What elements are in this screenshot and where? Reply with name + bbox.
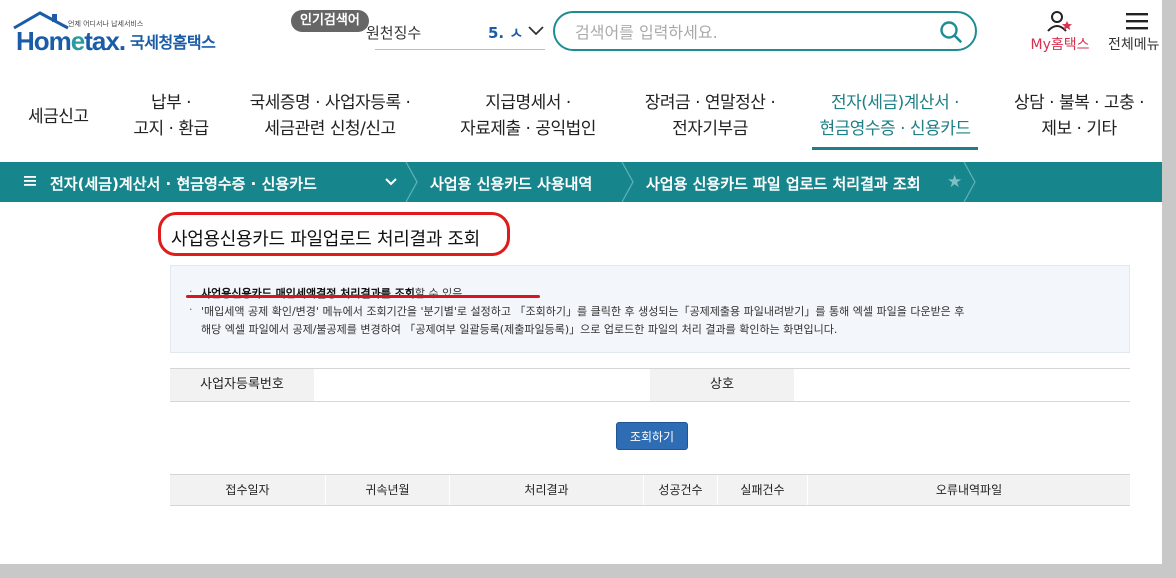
my-hometax-label: My홈택스 [1030,37,1090,53]
col-attribution-month: 귀속년월 [326,475,450,505]
breadcrumb-level1[interactable]: 전자(세금)계산서 · 현금영수증 · 신용카드 [50,173,317,194]
nav-statement-submission[interactable]: 지급명세서 · 자료제출 · 공익법인 [448,90,608,142]
breadcrumb-separator-icon [405,162,418,202]
main-navigation: 세금신고 납부 · 고지 · 환급 국세증명 · 사업자등록 · 세금관련 신청… [0,90,1162,154]
company-label: 상호 [650,369,794,401]
biz-no-input[interactable] [314,369,654,403]
nav-label: 국세증명 · 사업자등록 · [249,93,411,113]
col-fail-count: 실패건수 [718,475,808,505]
chevron-down-icon[interactable] [526,20,546,40]
popular-keywords-label: 인기검색어 [291,10,369,32]
page: 언제 어디서나 납세서비스 Hometax. 국세청홈택스 인기검색어 원천징수… [0,0,1162,564]
hamburger-menu-icon [1126,13,1148,30]
nav-label: 자료제출 · 공익법인 [460,119,596,139]
result-table-header: 접수일자 귀속년월 처리결과 성공건수 실패건수 오류내역파일 [170,474,1130,506]
chevron-down-icon[interactable] [384,175,398,189]
search-box [553,11,977,51]
nav-label: 제보 · 기타 [1041,119,1117,139]
nav-label: 전자기부금 [672,119,748,139]
nav-label: 고지 · 환급 [133,119,209,139]
info-box: · 사업용신용카드 매입세액결정 처리결과를 조회할 수 있음 · '매입세액 … [170,265,1130,353]
favorite-star-icon[interactable]: ★ [947,172,962,192]
popular-keyword-underline [375,49,545,50]
nav-payment-refund[interactable]: 납부 · 고지 · 환급 [126,90,216,142]
hometax-logo[interactable]: 언제 어디서나 납세서비스 Hometax. 국세청홈택스 [12,10,232,56]
popular-keyword[interactable]: 원천징수 [366,22,421,43]
list-menu-icon[interactable] [24,175,36,187]
breadcrumb-level3: 사업용 신용카드 파일 업로드 처리결과 조회 [646,175,921,193]
nav-label: 상담 · 불복 · 고충 · [1013,93,1145,113]
search-icon[interactable] [939,20,963,44]
search-form: 사업자등록번호 상호 [170,368,1134,403]
search-input[interactable] [573,20,927,44]
nav-certificate-registration[interactable]: 국세증명 · 사업자등록 · 세금관련 신청/신고 [240,90,420,142]
col-process-result: 처리결과 [450,475,644,505]
biz-no-field-cell [314,369,654,403]
info-line-3: 해당 엑셀 파일에서 공제/불공제를 변경하여 「공제여부 일괄등록(제출파일등… [201,323,838,336]
logo-brand: Hometax. [16,26,126,56]
col-receipt-date: 접수일자 [170,475,326,505]
logo-name: 국세청홈택스 [130,33,216,52]
col-error-file: 오류내역파일 [935,483,1003,497]
breadcrumb-separator-icon [963,162,976,202]
nav-e-invoice-card[interactable]: 전자(세금)계산서 · 현금영수증 · 신용카드 [812,90,978,150]
biz-no-label: 사업자등록번호 [170,369,314,401]
my-hometax-button[interactable]: My홈택스 [1024,10,1096,54]
breadcrumb-level2[interactable]: 사업용 신용카드 사용내역 [430,173,592,194]
info-line-2: '매입세액 공제 확인/변경' 메뉴에서 조회기간을 '분기별'로 설정하고 「… [201,305,965,318]
popular-keyword-rank[interactable]: 5. ㅅ [488,22,523,43]
nav-label: 세금신고 [28,107,89,127]
nav-label: 납부 · [150,93,192,113]
info-bullet: · [189,303,193,316]
query-button[interactable]: 조회하기 [616,422,688,450]
breadcrumb: 전자(세금)계산서 · 현금영수증 · 신용카드 사업용 신용카드 사용내역 사… [0,162,1162,202]
all-menu-button[interactable]: 전체메뉴 [1108,10,1162,54]
breadcrumb-separator-icon [621,162,634,202]
nav-label: 지급명세서 · [485,93,571,113]
nav-label: 장려금 · 연말정산 · [644,93,776,113]
nav-label: 전자(세금)계산서 · [830,93,960,113]
nav-label: 세금관련 신청/신고 [264,119,396,139]
horizontal-scrollbar[interactable] [0,564,1176,578]
col-success-count: 성공건수 [644,475,718,505]
nav-incentive-yearend[interactable]: 장려금 · 연말정산 · 전자기부금 [630,90,790,142]
nav-label: 현금영수증 · 신용카드 [819,119,971,139]
nav-consult-appeal[interactable]: 상담 · 불복 · 고충 · 제보 · 기타 [1004,90,1154,142]
user-icon [1047,11,1072,32]
vertical-scrollbar[interactable] [1162,0,1176,564]
info-highlight-underline [186,295,540,298]
nav-tax-return[interactable]: 세금신고 [28,104,89,130]
page-title: 사업용신용카드 파일업로드 처리결과 조회 [171,229,480,250]
all-menu-label: 전체메뉴 [1108,37,1160,53]
info-line-1: 사업용신용카드 매입세액결정 처리결과를 조회할 수 있음 [201,287,463,300]
company-input[interactable] [794,369,1134,403]
company-field-cell [794,369,1134,403]
